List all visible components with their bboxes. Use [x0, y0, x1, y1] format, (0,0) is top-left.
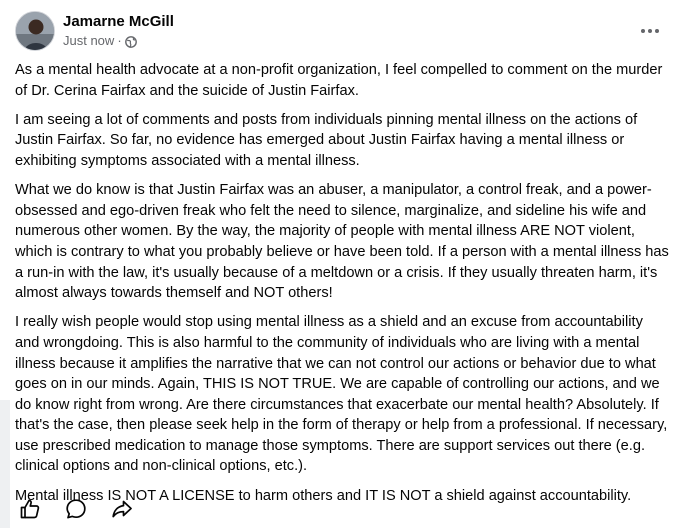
post-paragraph: What we do know is that Justin Fairfax w…	[15, 182, 669, 302]
avatar[interactable]	[15, 11, 55, 51]
globe-icon	[124, 35, 137, 48]
share-button[interactable]	[110, 497, 134, 521]
comment-icon	[66, 499, 86, 519]
more-options-icon	[641, 29, 659, 33]
post-paragraph: As a mental health advocate at a non-pro…	[15, 62, 663, 99]
post-paragraph: I really wish people would stop using me…	[15, 314, 668, 475]
share-icon	[112, 500, 132, 518]
more-options-button[interactable]	[638, 19, 662, 43]
meta-separator: ·	[117, 33, 122, 48]
post-header: Jamarne McGill Just now ·	[15, 11, 668, 53]
post-paragraph: I am seeing a lot of comments and posts …	[15, 111, 638, 169]
left-edge-shade	[0, 400, 10, 528]
post-meta: Just now ·	[63, 32, 137, 50]
post-card: Jamarne McGill Just now · As a mental he…	[0, 0, 680, 528]
timestamp[interactable]: Just now	[63, 32, 114, 50]
author-name[interactable]: Jamarne McGill	[63, 12, 174, 32]
post-actions	[18, 497, 156, 521]
comment-button[interactable]	[64, 497, 88, 521]
post-body: As a mental health advocate at a non-pro…	[15, 60, 670, 515]
like-button[interactable]	[18, 497, 42, 521]
like-icon	[20, 499, 40, 519]
